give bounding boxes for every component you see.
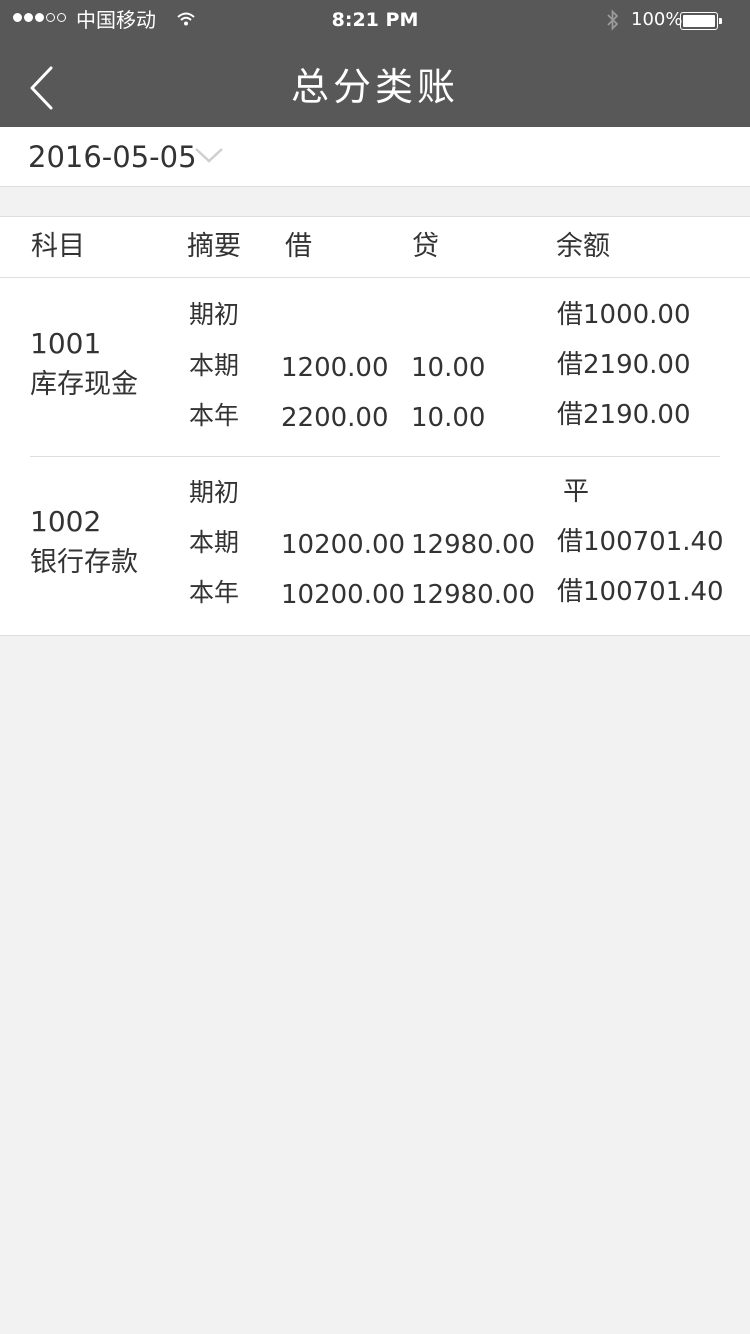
row-debit: 2200.00 [281,403,389,433]
header-subject: 科目 [31,231,85,262]
header: 中国移动 8:21 PM 100% 总分类账 [0,0,750,127]
row-debit: 10200.00 [281,530,406,560]
row-summary: 本年 [189,578,240,607]
battery-nub [719,18,722,24]
page-title: 总分类账 [290,65,459,109]
account-name: 库存现金 [30,369,138,400]
row-balance: 借100701.40 [557,527,724,557]
header-balance: 余额 [556,231,610,262]
row-balance: 借1000.00 [557,300,691,330]
row-credit: 10.00 [411,403,486,433]
bluetooth-icon [607,9,619,31]
status-bar: 中国移动 8:21 PM 100% [0,0,750,40]
account-name: 银行存款 [30,547,138,578]
battery-percent: 100% [631,9,683,30]
battery-icon [680,12,718,30]
account-code: 1002 [30,505,102,538]
account-group: 1001 库存现金 期初 借1000.00 本期 1200.00 10.00 借… [0,279,750,457]
row-summary: 期初 [189,478,240,507]
row-credit: 12980.00 [411,580,536,610]
row-summary: 本期 [189,351,240,380]
row-balance: 借2190.00 [557,400,691,430]
account-group: 1002 银行存款 期初 平 本期 10200.00 12980.00 借100… [0,457,750,635]
date-selector[interactable]: 2016-05-05 [0,127,750,187]
chevron-down-icon [195,148,223,163]
row-debit: 10200.00 [281,580,406,610]
ledger-table: 科目 摘要 借 贷 余额 1001 库存现金 期初 借1000.00 本期 12… [0,216,750,636]
row-balance: 借100701.40 [557,577,724,607]
row-summary: 本期 [189,528,240,557]
header-credit: 贷 [412,231,439,262]
row-balance: 借2190.00 [557,350,691,380]
date-value: 2016-05-05 [28,140,197,174]
row-summary: 本年 [189,401,240,430]
navigation-bar: 总分类账 [0,40,750,127]
account-code: 1001 [30,327,102,360]
header-debit: 借 [285,231,312,262]
row-summary: 期初 [189,300,240,329]
row-debit: 1200.00 [281,353,389,383]
row-balance: 平 [563,477,590,507]
row-credit: 12980.00 [411,530,536,560]
row-credit: 10.00 [411,353,486,383]
table-header: 科目 摘要 借 贷 余额 [0,217,750,278]
header-summary: 摘要 [187,231,241,262]
